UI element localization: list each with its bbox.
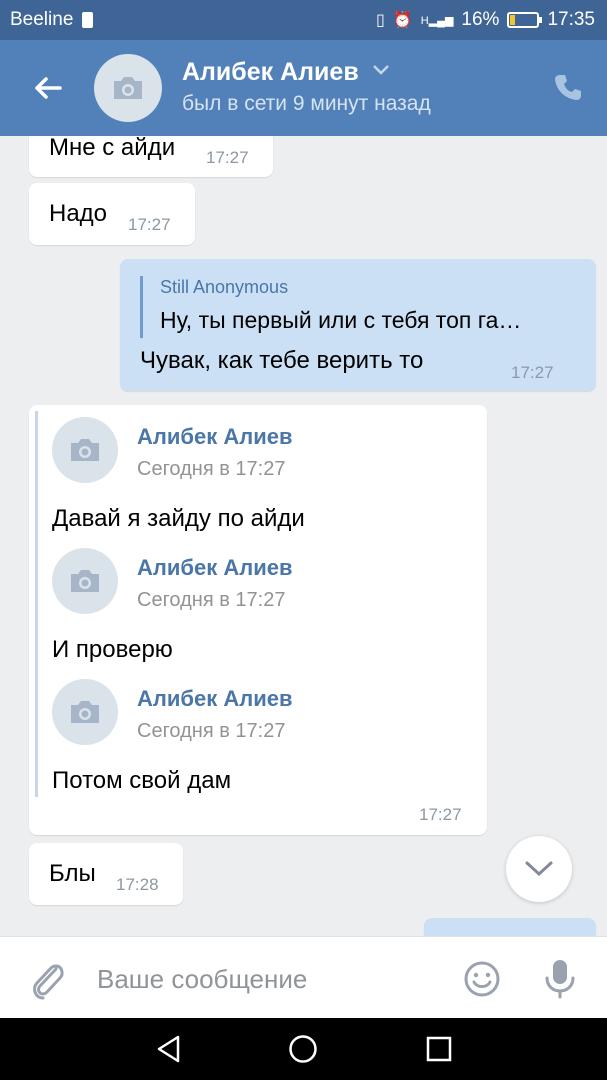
forward-text: И проверю [52,636,173,663]
message-list[interactable]: Мне с айди 17:27 Надо 17:27 Still Anonym… [0,136,607,936]
forward-author-avatar[interactable] [52,548,118,614]
mic-icon[interactable] [540,957,580,1001]
contact-name[interactable]: Алибек Алиев [182,58,359,87]
battery-fill [510,15,515,25]
camera-icon [114,77,142,99]
forward-date: Сегодня в 17:27 [137,720,286,742]
battery-icon [507,12,543,28]
message-time: 17:27 [511,363,554,382]
outgoing-message-bubble[interactable]: Still Anonymous Ну, ты первый или с тебя… [120,259,596,391]
sim-icon [82,12,93,28]
forward-author-avatar[interactable] [52,417,118,483]
camera-icon [71,570,99,592]
forward-date: Сегодня в 17:27 [137,458,286,480]
forward-author-avatar[interactable] [52,679,118,745]
message-time: 17:28 [116,875,159,894]
contact-avatar[interactable] [94,54,162,122]
status-bar: Beeline ▯ ⏰ H▂▄▆ 16% 17:35 [0,0,607,40]
reply-author[interactable]: Still Anonymous [160,277,288,298]
forward-text: Давай я зайду по айди [52,505,305,532]
phone-icon[interactable] [553,72,583,102]
message-text: Мне с айди [49,136,176,161]
vibrate-icon: ▯ [376,12,385,29]
scroll-to-bottom-button[interactable] [506,836,572,902]
smile-icon[interactable] [462,959,502,999]
system-nav-bar [0,1018,607,1080]
message-bubble[interactable]: Мне с айди 17:27 [29,136,273,177]
reply-quote-bar [140,276,143,338]
forward-author-name[interactable]: Алибек Алиев [137,555,292,581]
message-composer: Ваше сообщение [0,936,607,1018]
carrier-name: Beeline [10,9,74,30]
last-seen-status: был в сети 9 минут назад [182,92,431,115]
camera-icon [71,439,99,461]
alarm-icon: ⏰ [392,12,413,29]
forward-text: Потом свой дам [52,767,232,794]
message-text: Чувак, как тебе верить то [140,347,424,374]
network-type: H [420,14,429,27]
message-text: Надо [49,200,108,227]
chevron-down-icon[interactable] [372,64,390,76]
forward-author-name[interactable]: Алибек Алиев [137,424,292,450]
back-arrow-icon[interactable] [30,70,66,106]
nav-home-icon[interactable] [288,1034,318,1064]
nav-recents-icon[interactable] [424,1034,454,1064]
reply-text[interactable]: Ну, ты первый или с тебя топ га… [160,307,521,334]
forward-author-name[interactable]: Алибек Алиев [137,686,292,712]
nav-back-icon[interactable] [154,1034,184,1064]
chevron-down-icon [525,861,553,877]
clock: 17:35 [547,9,595,30]
chat-header: Алибек Алиев был в сети 9 минут назад [0,40,607,136]
battery-percent: 16% [461,9,500,30]
forward-date: Сегодня в 17:27 [137,589,286,611]
camera-icon [71,701,99,723]
message-time: 17:27 [419,805,462,824]
message-text: Блы [49,860,96,887]
message-time: 17:27 [206,148,249,167]
message-time: 17:27 [128,215,171,234]
paperclip-icon[interactable] [28,959,66,1001]
forwarded-message-bubble[interactable]: Алибек Алиев Сегодня в 17:27 Давай я зай… [29,405,487,835]
message-input[interactable]: Ваше сообщение [97,964,307,995]
forward-quote-bar [35,411,38,797]
message-bubble[interactable]: Блы 17:28 [29,843,183,905]
signal-icon: H▂▄▆ [420,14,454,27]
outgoing-message-bubble[interactable] [424,918,596,936]
message-bubble[interactable]: Надо 17:27 [29,183,195,245]
